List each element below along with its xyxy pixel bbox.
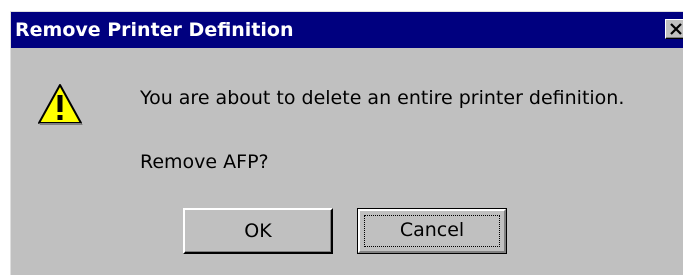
dialog-title: Remove Printer Definition [15,19,294,41]
warning-message: You are about to delete an entire printe… [140,87,625,109]
warning-icon [38,84,83,125]
remove-printer-dialog: Remove Printer Definition You are about … [10,11,683,275]
confirm-question: Remove AFP? [140,151,269,173]
title-bar[interactable]: Remove Printer Definition [11,12,683,48]
ok-button[interactable]: OK [183,208,333,254]
close-button[interactable] [665,19,683,39]
close-icon [670,23,682,35]
cancel-button-label: Cancel [399,219,465,241]
cancel-button[interactable]: Cancel [357,208,507,254]
ok-button-label: OK [244,220,272,242]
